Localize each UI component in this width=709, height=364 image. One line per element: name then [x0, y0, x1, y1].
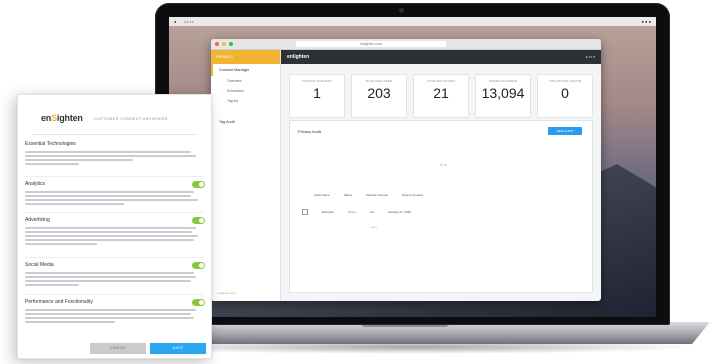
row-domain: enl	[369, 210, 374, 214]
table-header: Audit Name Status Website Domain Date & …	[314, 193, 572, 197]
section-title: Performance and Functionality	[25, 299, 93, 305]
section-divider	[25, 212, 204, 213]
cancel-button[interactable]: CANCEL	[90, 343, 146, 354]
stat-card: VIOLATIONS FOUND 0	[537, 74, 593, 118]
stat-label: VISITOR CONSENT	[301, 79, 333, 83]
section-divider	[25, 294, 204, 295]
stat-card: DATA ANALYZED 203	[351, 74, 407, 118]
section-description	[25, 191, 205, 205]
address-bar[interactable]: enlighten.com	[296, 41, 446, 47]
app-shell: PRIVACY Consent Manager Overview Schedul…	[211, 50, 601, 301]
row-date: January 27, 2019	[387, 210, 412, 214]
stat-card: VISITOR CONSENT 1	[289, 74, 345, 118]
section-social-media: Social Media	[25, 262, 205, 286]
search-icon[interactable]: ⚲ •••	[440, 163, 447, 167]
section-divider	[25, 176, 204, 177]
social-media-toggle[interactable]	[192, 262, 205, 269]
pagination[interactable]: ‹ ••• ›	[370, 225, 377, 229]
analytics-toggle[interactable]	[192, 181, 205, 188]
performance-toggle[interactable]	[192, 299, 205, 306]
row-checkbox[interactable]	[302, 209, 308, 215]
app-main: enlighten ● ••• ▾ VISITOR CONSENT 1 DATA…	[281, 50, 601, 301]
stat-cards: VISITOR CONSENT 1 DATA ANALYZED 203 COOK…	[281, 64, 601, 118]
section-description	[25, 227, 205, 245]
column-header[interactable]: Status	[344, 193, 353, 197]
column-header[interactable]: Website Domain	[366, 193, 388, 197]
stat-card: COOKIES FOUND 21	[413, 74, 469, 118]
section-analytics: Analytics	[25, 181, 205, 205]
consent-dialog: enSighten CUSTOMER CONSENT ANYWHERE Esse…	[17, 94, 212, 359]
sidebar-item-scheduled[interactable]: Scheduled	[211, 86, 280, 96]
minimize-icon[interactable]	[222, 42, 226, 46]
new-audit-button[interactable]: NEW AUDIT	[548, 127, 582, 135]
table-row[interactable]: Example Active enl January 27, 2019	[302, 209, 572, 215]
section-title: Essential Technologies	[25, 141, 76, 147]
user-menu[interactable]: ● ••• ▾	[586, 55, 596, 59]
stat-value: 21	[433, 85, 449, 101]
section-description	[25, 272, 205, 286]
save-button[interactable]: SAVE	[150, 343, 206, 354]
column-header[interactable]: Date & Created	[402, 193, 423, 197]
logo-suffix: ighten	[56, 113, 83, 123]
tagline: CUSTOMER CONSENT ANYWHERE	[94, 117, 168, 121]
stat-label: DATA ANALYZED	[365, 79, 393, 83]
stage: ● • • • • ● ● ● enlighten.com PRIVACY Co…	[0, 0, 709, 364]
app-title: enlighten	[287, 54, 310, 60]
section-performance: Performance and Functionality	[25, 299, 205, 323]
browser-toolbar: enlighten.com	[211, 39, 601, 50]
row-name: Example	[322, 210, 334, 214]
stat-value: 13,094	[481, 85, 525, 101]
sidebar-item-overview[interactable]: Overview	[211, 76, 280, 86]
app-sidebar: PRIVACY Consent Manager Overview Schedul…	[211, 50, 281, 301]
laptop-screen: ● • • • • ● ● ● enlighten.com PRIVACY Co…	[169, 17, 656, 317]
sidebar-footer: enlighten.com	[217, 291, 236, 295]
close-icon[interactable]	[215, 42, 219, 46]
row-status: Active	[347, 210, 356, 214]
enlighten-logo: enSighten	[41, 113, 83, 123]
stat-value: 0	[561, 85, 569, 101]
sidebar-item-consent-manager[interactable]: Consent Manager	[211, 64, 280, 76]
browser-window: enlighten.com PRIVACY Consent Manager Ov…	[211, 39, 601, 301]
header-divider	[32, 134, 197, 135]
section-description	[25, 309, 205, 323]
sidebar-item-tag-list[interactable]: Tag list	[211, 96, 280, 106]
stat-value: 1	[313, 85, 321, 101]
section-title: Social Media	[25, 262, 54, 268]
section-description	[25, 151, 205, 165]
stat-label: VIOLATIONS FOUND	[548, 79, 582, 83]
logo-prefix: en	[41, 113, 52, 123]
section-divider	[25, 257, 204, 258]
sidebar-item-tag-audit[interactable]: Tag Audit	[211, 116, 280, 128]
sidebar-header: PRIVACY	[211, 50, 280, 64]
section-essential: Essential Technologies	[25, 141, 205, 165]
section-title: Analytics	[25, 181, 46, 187]
panel-title: Privacy Audit	[298, 129, 322, 134]
maximize-icon[interactable]	[229, 42, 233, 46]
stat-label: PAGES SCANNED	[488, 79, 518, 83]
stat-label: COOKIES FOUND	[427, 79, 455, 83]
app-header: enlighten ● ••• ▾	[281, 50, 601, 64]
menubar-status: ● ● ●	[641, 19, 651, 24]
section-title: Advertising	[25, 217, 50, 223]
column-header[interactable]: Audit Name	[314, 193, 330, 197]
section-advertising: Advertising	[25, 217, 205, 245]
camera-icon	[399, 8, 404, 13]
stat-value: 203	[367, 85, 391, 101]
privacy-audit-panel: Privacy Audit NEW AUDIT ⚲ ••• Audit Name…	[289, 120, 593, 293]
stat-card: PAGES SCANNED 13,094	[475, 74, 531, 118]
mac-menubar: ● • • • • ● ● ●	[169, 17, 656, 26]
advertising-toggle[interactable]	[192, 217, 205, 224]
apple-icon[interactable]: ●	[174, 19, 176, 24]
menu-placeholder[interactable]: • • • •	[184, 19, 193, 24]
